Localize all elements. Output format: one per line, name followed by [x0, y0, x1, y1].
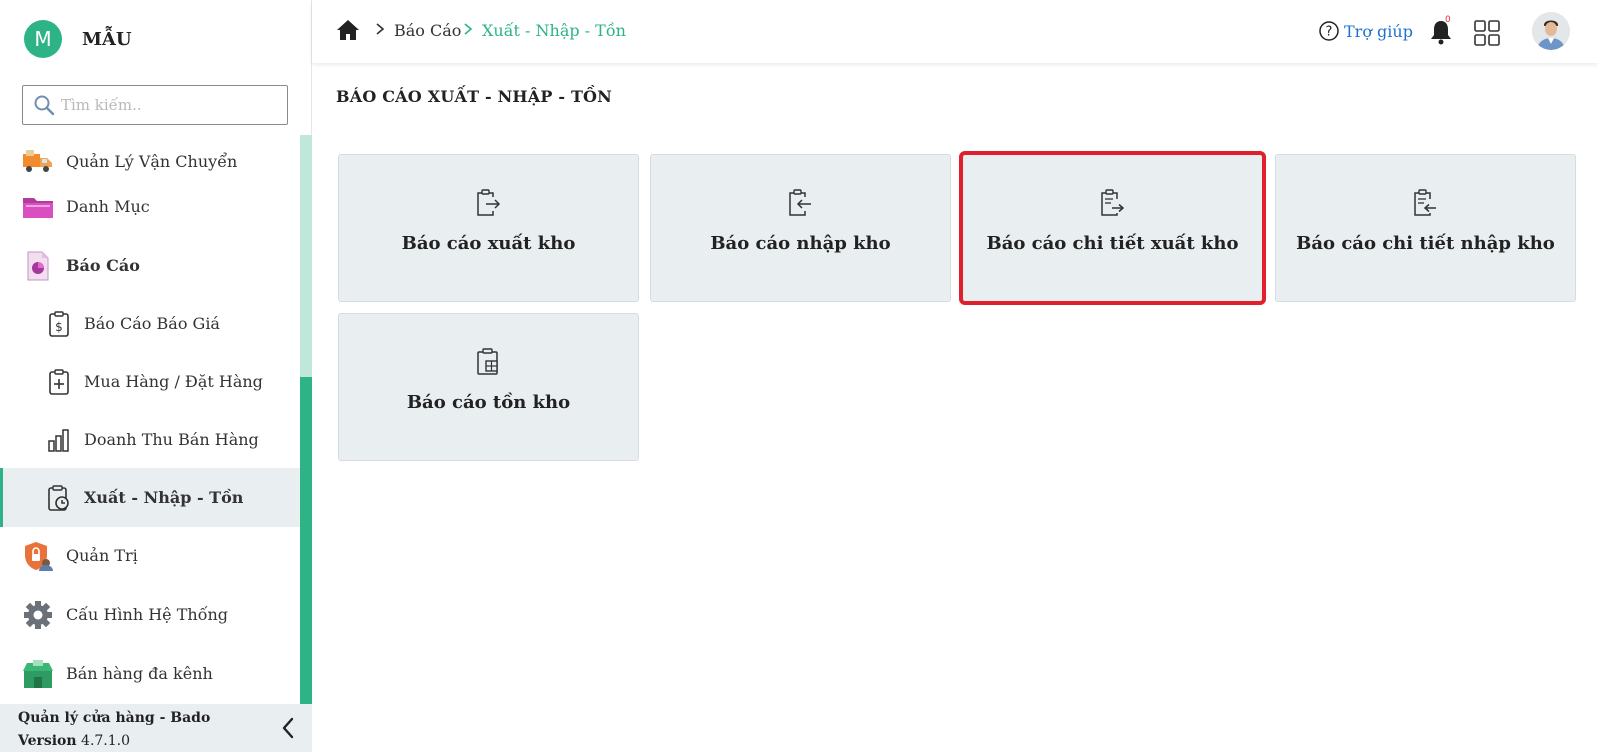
sidebar-item-label: Danh Mục [66, 197, 150, 216]
sidebar-item-catalog[interactable]: Danh Mục [0, 177, 300, 236]
notification-count-badge: 0 [1445, 15, 1451, 25]
clipboard-inventory-icon [475, 348, 503, 376]
sidebar-item-label: Mua Hàng / Đặt Hàng [84, 372, 263, 391]
sidebar-item-reports[interactable]: Báo Cáo [0, 236, 300, 295]
card-label: Báo cáo chi tiết xuất kho [986, 233, 1239, 254]
sidebar-item-purchase-order[interactable]: Mua Hàng / Đặt Hàng [0, 352, 300, 411]
sidebar-item-label: Báo Cáo [66, 256, 140, 275]
brand-name: MẪU [82, 28, 132, 50]
card-import-detail-report[interactable]: Báo cáo chi tiết nhập kho [1275, 154, 1576, 302]
footer-version-label: Version [18, 733, 77, 749]
collapse-sidebar-button[interactable] [276, 716, 300, 740]
sidebar: M MẪU Quản Lý Vận Chuyển [0, 0, 312, 752]
card-inventory-report[interactable]: Báo cáo tồn kho [338, 313, 639, 461]
sidebar-item-label: Cấu Hình Hệ Thống [66, 605, 229, 624]
breadcrumb-item-reports[interactable]: Báo Cáo [394, 21, 461, 40]
sidebar-item-label: Xuất - Nhập - Tồn [84, 488, 244, 507]
footer-app-name: Quản lý cửa hàng - Bado [18, 710, 211, 726]
sidebar-item-system-config[interactable]: Cấu Hình Hệ Thống [0, 585, 300, 644]
svg-text:$: $ [55, 320, 63, 334]
card-label: Báo cáo nhập kho [710, 233, 891, 254]
help-label: Trợ giúp [1344, 21, 1413, 41]
card-label: Báo cáo tồn kho [406, 392, 571, 413]
search-input[interactable] [61, 96, 281, 114]
card-import-report[interactable]: Báo cáo nhập kho [650, 154, 951, 302]
search-box [22, 85, 288, 125]
sidebar-item-label: Quản Lý Vận Chuyển [66, 152, 238, 171]
question-circle-icon: ? [1319, 21, 1339, 41]
sidebar-item-quote-report[interactable]: $ Báo Cáo Báo Giá [0, 294, 300, 353]
sidebar-item-label: Bán hàng đa kênh [66, 664, 213, 683]
clipboard-import-icon [787, 189, 815, 217]
clipboard-plus-icon [46, 368, 72, 395]
clipboard-export-icon [475, 189, 503, 217]
help-link[interactable]: ? Trợ giúp [1318, 20, 1413, 42]
clipboard-clock-icon [46, 484, 72, 511]
sidebar-item-label: Doanh Thu Bán Hàng [84, 430, 259, 449]
sidebar-scrollbar-thumb[interactable] [300, 377, 312, 704]
home-icon[interactable] [336, 18, 360, 42]
sidebar-item-label: Quản Trị [66, 546, 138, 565]
shield-lock-icon [22, 540, 54, 572]
clipboard-list-export-icon [1099, 189, 1127, 217]
card-label: Báo cáo chi tiết nhập kho [1296, 233, 1555, 254]
sidebar-item-admin[interactable]: Quản Trị [0, 526, 300, 585]
store-icon [22, 658, 54, 690]
apps-grid-icon[interactable] [1474, 20, 1500, 46]
bar-chart-icon [46, 427, 72, 453]
breadcrumb-item-current: Xuất - Nhập - Tồn [482, 21, 626, 40]
footer-version: Version 4.7.1.0 [18, 733, 130, 749]
brand[interactable]: M MẪU [24, 20, 132, 58]
page-title: BÁO CÁO XUẤT - NHẬP - TỒN [336, 87, 613, 106]
top-header: Báo Cáo Xuất - Nhập - Tồn ? Trợ giúp 0 [312, 0, 1598, 63]
card-label: Báo cáo xuất kho [401, 233, 576, 254]
user-avatar[interactable] [1532, 12, 1570, 50]
sidebar-item-export-import-stock[interactable]: Xuất - Nhập - Tồn [0, 468, 300, 527]
clipboard-list-import-icon [1412, 189, 1440, 217]
chevron-left-icon [282, 717, 294, 739]
chevron-right-icon [464, 23, 473, 35]
search-icon [34, 95, 55, 116]
sidebar-item-label: Báo Cáo Báo Giá [84, 314, 220, 333]
sidebar-item-sales-revenue[interactable]: Doanh Thu Bán Hàng [0, 410, 300, 469]
clipboard-dollar-icon: $ [46, 310, 72, 337]
svg-text:?: ? [1326, 25, 1333, 40]
gear-icon [22, 599, 54, 631]
brand-avatar: M [24, 20, 62, 58]
sidebar-menu: Quản Lý Vận Chuyển Danh Mục Báo Cáo $ Bá… [0, 132, 300, 704]
card-export-report[interactable]: Báo cáo xuất kho [338, 154, 639, 302]
chevron-right-icon [376, 23, 385, 35]
folder-icon [22, 191, 54, 223]
card-export-detail-report[interactable]: Báo cáo chi tiết xuất kho [959, 151, 1266, 305]
report-document-icon [22, 250, 54, 282]
sidebar-item-omnichannel-sales[interactable]: Bán hàng đa kênh [0, 644, 300, 703]
footer-version-number: 4.7.1.0 [81, 733, 131, 749]
user-photo-icon [1532, 12, 1570, 50]
sidebar-footer: Quản lý cửa hàng - Bado Version 4.7.1.0 [0, 704, 312, 752]
delivery-truck-icon [22, 146, 54, 178]
